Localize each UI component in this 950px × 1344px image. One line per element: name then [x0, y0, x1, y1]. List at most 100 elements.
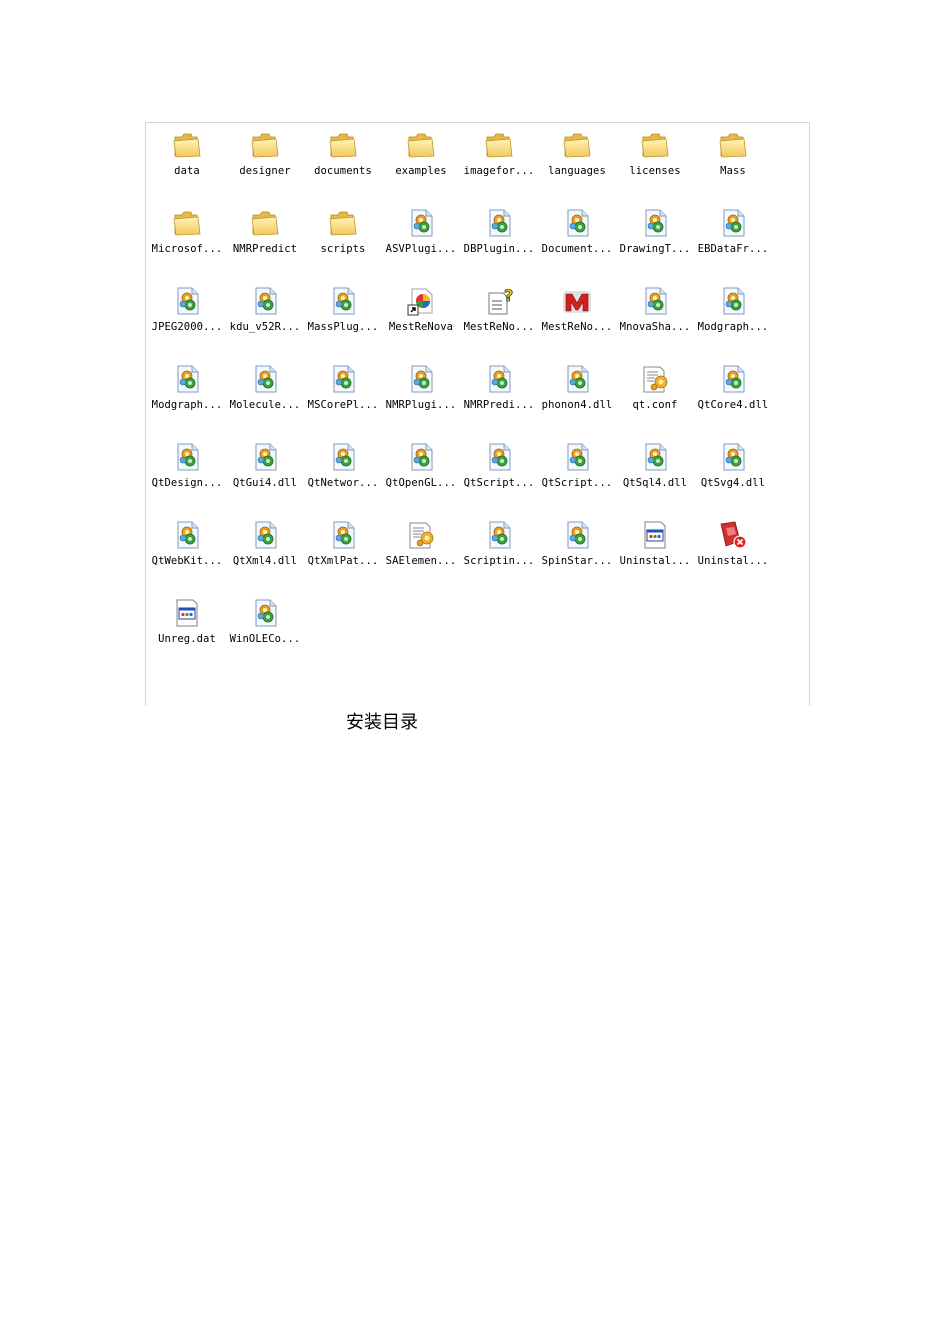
file-item[interactable]: MassPlug... [304, 283, 382, 361]
dll-icon [171, 519, 203, 551]
file-item[interactable]: DrawingT... [616, 205, 694, 283]
file-label: licenses [629, 165, 681, 177]
file-item[interactable]: DBPlugin... [460, 205, 538, 283]
file-item[interactable]: MnovaSha... [616, 283, 694, 361]
dll-icon [171, 363, 203, 395]
file-label: Unreg.dat [158, 633, 216, 645]
file-list-pane[interactable]: data designer documents examples imagefo… [145, 122, 810, 706]
file-label: phonon4.dll [541, 399, 613, 411]
folder-icon [483, 129, 515, 161]
file-label: Modgraph... [697, 321, 769, 333]
file-item[interactable]: Scriptin... [460, 517, 538, 595]
folder-icon [561, 129, 593, 161]
folder-icon [171, 129, 203, 161]
file-item[interactable]: QtXmlPat... [304, 517, 382, 595]
file-item[interactable]: EBDataFr... [694, 205, 772, 283]
file-item[interactable]: MestReNo... [538, 283, 616, 361]
folder-icon [171, 207, 203, 239]
file-label: NMRPlugi... [385, 399, 457, 411]
file-item[interactable]: QtWebKit... [148, 517, 226, 595]
file-item[interactable]: JPEG2000... [148, 283, 226, 361]
file-label: Mass [720, 165, 746, 177]
file-item[interactable]: phonon4.dll [538, 361, 616, 439]
file-label: QtCore4.dll [697, 399, 769, 411]
file-label: MassPlug... [307, 321, 379, 333]
file-item[interactable]: examples [382, 127, 460, 205]
file-item[interactable]: MestReNova [382, 283, 460, 361]
file-item[interactable]: Modgraph... [148, 361, 226, 439]
file-label: EBDataFr... [697, 243, 769, 255]
file-label: scripts [320, 243, 366, 255]
dll-icon [327, 363, 359, 395]
file-item[interactable]: qt.conf [616, 361, 694, 439]
file-item[interactable]: data [148, 127, 226, 205]
file-item[interactable]: QtXml4.dll [226, 517, 304, 595]
file-item[interactable]: Modgraph... [694, 283, 772, 361]
dll-icon [327, 519, 359, 551]
dll-icon [639, 285, 671, 317]
file-item[interactable]: ? MestReNo... [460, 283, 538, 361]
file-item[interactable]: scripts [304, 205, 382, 283]
file-label: NMRPredi... [463, 399, 535, 411]
file-item[interactable]: licenses [616, 127, 694, 205]
file-item[interactable]: QtOpenGL... [382, 439, 460, 517]
file-item[interactable]: MSCorePl... [304, 361, 382, 439]
dll-icon [639, 441, 671, 473]
mestrenova-app-icon [561, 285, 593, 317]
dll-icon [483, 441, 515, 473]
file-item[interactable]: WinOLECo... [226, 595, 304, 673]
dll-icon [483, 363, 515, 395]
file-item[interactable]: QtSvg4.dll [694, 439, 772, 517]
file-item[interactable]: Mass [694, 127, 772, 205]
folder-icon [249, 207, 281, 239]
dll-icon [717, 441, 749, 473]
file-item[interactable]: QtNetwor... [304, 439, 382, 517]
file-label: Modgraph... [151, 399, 223, 411]
dll-icon [171, 441, 203, 473]
figure-caption: 安装目录 [346, 712, 418, 733]
folder-icon [717, 129, 749, 161]
file-label: MSCorePl... [307, 399, 379, 411]
file-item[interactable]: QtScript... [460, 439, 538, 517]
file-item[interactable]: designer [226, 127, 304, 205]
file-label: QtSvg4.dll [700, 477, 766, 489]
file-item[interactable]: imagefor... [460, 127, 538, 205]
file-item[interactable]: languages [538, 127, 616, 205]
file-item[interactable]: Uninstal... [616, 517, 694, 595]
file-item[interactable]: Unreg.dat [148, 595, 226, 673]
file-item[interactable]: Microsof... [148, 205, 226, 283]
file-item[interactable]: QtScript... [538, 439, 616, 517]
file-item[interactable]: Uninstal... [694, 517, 772, 595]
file-item[interactable]: NMRPredi... [460, 361, 538, 439]
file-label: QtNetwor... [307, 477, 379, 489]
file-item[interactable]: ASVPlugi... [382, 205, 460, 283]
dll-icon [327, 441, 359, 473]
dll-icon [561, 363, 593, 395]
folder-icon [249, 129, 281, 161]
file-item[interactable]: Document... [538, 205, 616, 283]
dat-file-icon [171, 597, 203, 629]
dll-icon [483, 519, 515, 551]
file-item[interactable]: NMRPredict [226, 205, 304, 283]
file-item[interactable]: QtSql4.dll [616, 439, 694, 517]
file-label: Molecule... [229, 399, 301, 411]
file-item[interactable]: documents [304, 127, 382, 205]
dll-icon [171, 285, 203, 317]
file-item[interactable]: NMRPlugi... [382, 361, 460, 439]
file-item[interactable]: QtCore4.dll [694, 361, 772, 439]
file-item[interactable]: kdu_v52R... [226, 283, 304, 361]
file-label: QtXml4.dll [232, 555, 298, 567]
file-item[interactable]: Molecule... [226, 361, 304, 439]
icon-grid: data designer documents examples imagefo… [148, 127, 808, 673]
file-item[interactable]: QtDesign... [148, 439, 226, 517]
file-label: languages [548, 165, 606, 177]
file-item[interactable]: SAElemen... [382, 517, 460, 595]
file-label: WinOLECo... [229, 633, 301, 645]
file-item[interactable]: QtGui4.dll [226, 439, 304, 517]
file-label: QtXmlPat... [307, 555, 379, 567]
file-label: Microsof... [151, 243, 223, 255]
file-label: SAElemen... [385, 555, 457, 567]
dll-icon [405, 441, 437, 473]
dll-icon [327, 285, 359, 317]
file-item[interactable]: SpinStar... [538, 517, 616, 595]
